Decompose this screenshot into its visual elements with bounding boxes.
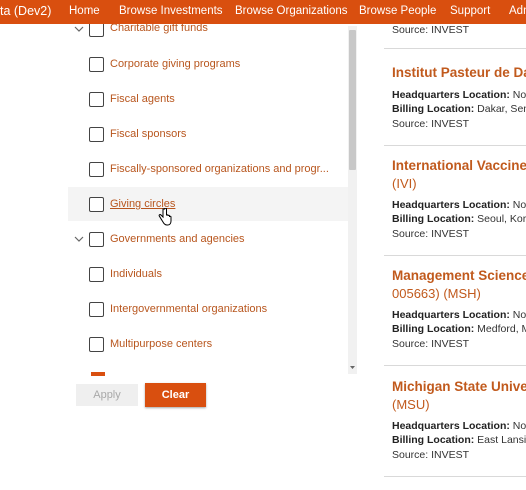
checkbox[interactable] <box>89 92 104 107</box>
hq-label: Headquarters Location: <box>392 420 510 432</box>
checkbox[interactable] <box>89 302 104 317</box>
filter-label: Fiscal sponsors <box>110 128 187 140</box>
scroll-down-arrow-icon[interactable] <box>348 364 357 372</box>
hq-label: Headquarters Location: <box>392 89 510 101</box>
billing-location: Billing Location: Seoul, Korea <box>392 213 526 225</box>
checkbox[interactable] <box>89 267 104 282</box>
divider <box>384 48 526 49</box>
checkbox[interactable] <box>89 232 104 247</box>
billing-value: East Lansing <box>477 434 526 446</box>
filter-label: Intergovernmental organizations <box>110 303 268 315</box>
partial-checkbox[interactable] <box>91 372 105 376</box>
result-subtitle[interactable]: (MSU) <box>392 397 430 412</box>
apply-button[interactable]: Apply <box>76 384 138 406</box>
checkbox[interactable] <box>89 57 104 72</box>
filter-item-governments-and-agencies[interactable]: Governments and agencies <box>68 222 348 256</box>
checkbox[interactable] <box>89 162 104 177</box>
billing-label: Billing Location: <box>392 103 475 115</box>
hq-location: Headquarters Location: No c <box>392 420 526 432</box>
hq-location: Headquarters Location: No c <box>392 199 526 211</box>
source-text: Source: INVEST <box>392 449 470 461</box>
hq-value: No c <box>512 420 526 432</box>
divider <box>384 255 526 256</box>
divider <box>384 145 526 146</box>
result-subtitle[interactable]: (IVI) <box>392 176 417 191</box>
filter-item-intergovernmental[interactable]: Intergovernmental organizations <box>68 292 348 326</box>
filter-item-fiscal-agents[interactable]: Fiscal agents <box>68 83 348 117</box>
source-text: Source: INVEST <box>392 24 470 36</box>
results-list: Source: INVEST Institut Pasteur de Da He… <box>384 24 526 490</box>
filter-label: Individuals <box>110 268 162 280</box>
checkbox[interactable] <box>89 127 104 142</box>
result-title[interactable]: Management Science <box>392 268 526 283</box>
nav-browse-organizations[interactable]: Browse Organizations <box>235 5 348 17</box>
checkbox[interactable] <box>89 337 104 352</box>
hq-value: No c <box>512 309 526 321</box>
filter-label: Fiscal agents <box>110 93 175 105</box>
top-nav-bar: ta (Dev2) Home Browse Investments Browse… <box>0 0 526 24</box>
nav-support[interactable]: Support <box>450 5 490 17</box>
filter-item-fiscally-sponsored[interactable]: Fiscally-sponsored organizations and pro… <box>68 153 348 187</box>
billing-value: Seoul, Korea <box>477 213 526 225</box>
source-text: Source: INVEST <box>392 228 470 240</box>
billing-label: Billing Location: <box>392 213 475 225</box>
billing-location: Billing Location: Dakar, Sene <box>392 103 526 115</box>
chevron-down-icon[interactable] <box>74 234 84 244</box>
result-title[interactable]: Institut Pasteur de Da <box>392 65 526 80</box>
hq-location: Headquarters Location: No c <box>392 89 526 101</box>
divider <box>384 365 526 366</box>
clear-button[interactable]: Clear <box>145 383 206 407</box>
divider <box>384 476 526 477</box>
filter-panel: Charitable gift funds Corporate giving p… <box>68 24 358 374</box>
billing-value: Dakar, Sene <box>477 103 526 115</box>
billing-value: Medford, M <box>477 323 526 335</box>
source-text: Source: INVEST <box>392 338 470 350</box>
filter-item-corporate-giving-programs[interactable]: Corporate giving programs <box>68 48 348 82</box>
hq-value: No c <box>512 199 526 211</box>
nav-browse-investments[interactable]: Browse Investments <box>119 5 223 17</box>
filter-label: Governments and agencies <box>110 233 245 245</box>
hq-value: No c <box>512 89 526 101</box>
filter-label: Fiscally-sponsored organizations and pro… <box>110 163 329 175</box>
app-title: ta (Dev2) <box>0 4 52 18</box>
checkbox[interactable] <box>89 197 104 212</box>
filter-label: Corporate giving programs <box>110 58 241 70</box>
billing-location: Billing Location: Medford, M <box>392 323 526 335</box>
checkbox[interactable] <box>89 24 104 37</box>
nav-admin[interactable]: Adm <box>509 5 526 17</box>
hq-label: Headquarters Location: <box>392 309 510 321</box>
result-subtitle[interactable]: 005663) (MSH) <box>392 286 481 301</box>
result-title[interactable]: International Vaccine <box>392 158 526 173</box>
billing-location: Billing Location: East Lansing <box>392 434 526 446</box>
hand-cursor-icon <box>158 208 172 226</box>
filter-item-charitable-gift-funds[interactable]: Charitable gift funds <box>68 24 348 46</box>
scrollbar-thumb[interactable] <box>349 30 356 170</box>
filter-label: Charitable gift funds <box>110 24 208 34</box>
source-text: Source: INVEST <box>392 118 470 130</box>
hq-location: Headquarters Location: No c <box>392 309 526 321</box>
billing-label: Billing Location: <box>392 323 475 335</box>
nav-browse-people[interactable]: Browse People <box>359 5 436 17</box>
result-title[interactable]: Michigan State Univer <box>392 379 526 394</box>
filter-item-giving-circles[interactable]: Giving circles <box>68 187 348 221</box>
filter-label: Multipurpose centers <box>110 338 213 350</box>
hq-label: Headquarters Location: <box>392 199 510 211</box>
filter-item-fiscal-sponsors[interactable]: Fiscal sponsors <box>68 118 348 152</box>
chevron-down-icon[interactable] <box>74 24 84 34</box>
filter-item-individuals[interactable]: Individuals <box>68 257 348 291</box>
nav-home[interactable]: Home <box>69 5 100 17</box>
filter-item-multipurpose-centers[interactable]: Multipurpose centers <box>68 327 348 361</box>
billing-label: Billing Location: <box>392 434 475 446</box>
